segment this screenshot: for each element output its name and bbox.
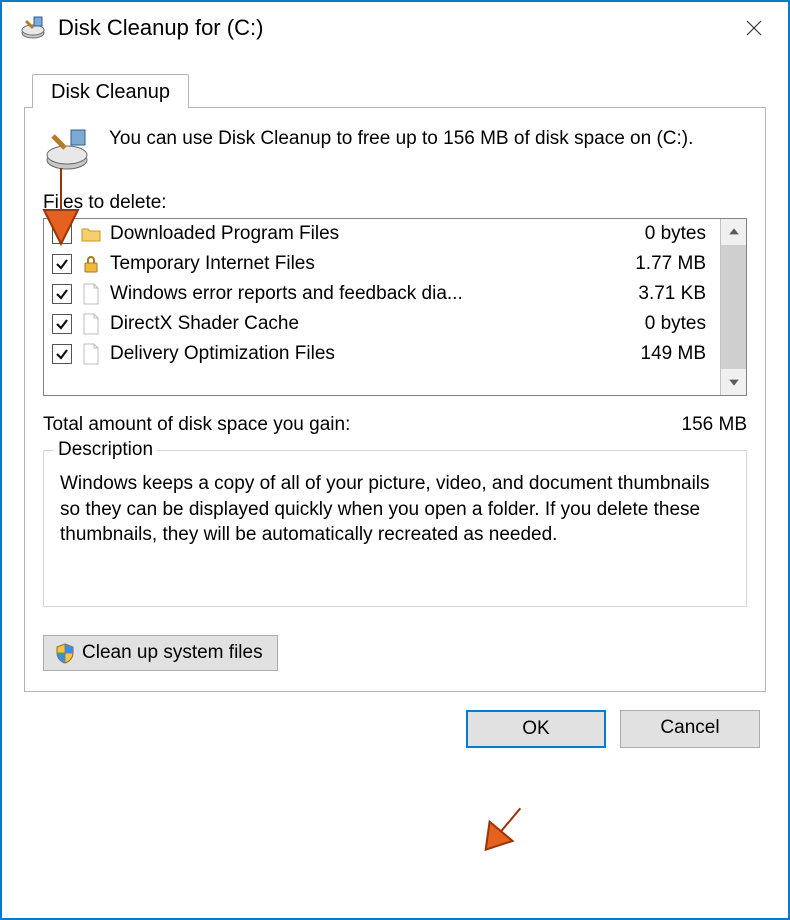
- checkbox[interactable]: [52, 224, 72, 244]
- file-icon: [80, 312, 102, 336]
- folder-icon: [80, 222, 102, 246]
- files-to-delete-label: Files to delete:: [43, 192, 747, 214]
- description-legend: Description: [54, 439, 157, 461]
- total-value: 156 MB: [682, 414, 747, 436]
- file-name: DirectX Shader Cache: [110, 313, 637, 335]
- file-size: 3.71 KB: [638, 283, 710, 305]
- file-row[interactable]: Downloaded Program Files 0 bytes: [44, 219, 720, 249]
- file-row[interactable]: Temporary Internet Files 1.77 MB: [44, 249, 720, 279]
- close-button[interactable]: [732, 10, 776, 46]
- file-size: 149 MB: [641, 343, 710, 365]
- dialog-buttons: OK Cancel: [24, 692, 766, 748]
- tab-page: You can use Disk Cleanup to free up to 1…: [24, 107, 766, 692]
- total-row: Total amount of disk space you gain: 156…: [43, 414, 747, 436]
- shield-icon: [54, 642, 76, 664]
- disk-cleanup-icon: [20, 15, 46, 41]
- file-size: 1.77 MB: [635, 253, 710, 275]
- scrollbar[interactable]: [720, 219, 746, 395]
- file-icon: [80, 342, 102, 366]
- scrollbar-thumb[interactable]: [721, 245, 746, 369]
- disk-icon: [43, 126, 91, 174]
- cleanup-button-label: Clean up system files: [82, 642, 263, 664]
- dialog-window: Disk Cleanup for (C:) Disk Cleanup You c…: [0, 0, 790, 920]
- checkbox[interactable]: [52, 284, 72, 304]
- description-text: Windows keeps a copy of all of your pict…: [60, 471, 730, 548]
- checkbox[interactable]: [52, 344, 72, 364]
- cancel-button[interactable]: Cancel: [620, 710, 760, 748]
- file-row[interactable]: Windows error reports and feedback dia..…: [44, 279, 720, 309]
- file-size: 0 bytes: [645, 313, 710, 335]
- checkbox[interactable]: [52, 314, 72, 334]
- scroll-up-button[interactable]: [721, 219, 746, 245]
- total-label: Total amount of disk space you gain:: [43, 414, 350, 436]
- tab-strip: Disk Cleanup: [32, 66, 766, 108]
- file-icon: [80, 282, 102, 306]
- file-name: Temporary Internet Files: [110, 253, 627, 275]
- checkbox[interactable]: [52, 254, 72, 274]
- intro: You can use Disk Cleanup to free up to 1…: [43, 126, 747, 174]
- cleanup-system-files-button[interactable]: Clean up system files: [43, 635, 278, 671]
- ok-button[interactable]: OK: [466, 710, 606, 748]
- titlebar: Disk Cleanup for (C:): [2, 2, 788, 54]
- file-name: Downloaded Program Files: [110, 223, 637, 245]
- file-row[interactable]: Delivery Optimization Files 149 MB: [44, 339, 720, 369]
- scroll-down-button[interactable]: [721, 369, 746, 395]
- files-listbox[interactable]: Downloaded Program Files 0 bytes Temporary…: [43, 218, 747, 396]
- file-name: Delivery Optimization Files: [110, 343, 633, 365]
- file-size: 0 bytes: [645, 223, 710, 245]
- tab-disk-cleanup[interactable]: Disk Cleanup: [32, 74, 189, 108]
- file-name: Windows error reports and feedback dia..…: [110, 283, 630, 305]
- annotation-arrow-icon: [472, 798, 534, 860]
- intro-text: You can use Disk Cleanup to free up to 1…: [109, 126, 693, 174]
- window-title: Disk Cleanup for (C:): [58, 15, 263, 41]
- file-row[interactable]: DirectX Shader Cache 0 bytes: [44, 309, 720, 339]
- description-group: Description Windows keeps a copy of all …: [43, 450, 747, 607]
- lock-icon: [80, 252, 102, 276]
